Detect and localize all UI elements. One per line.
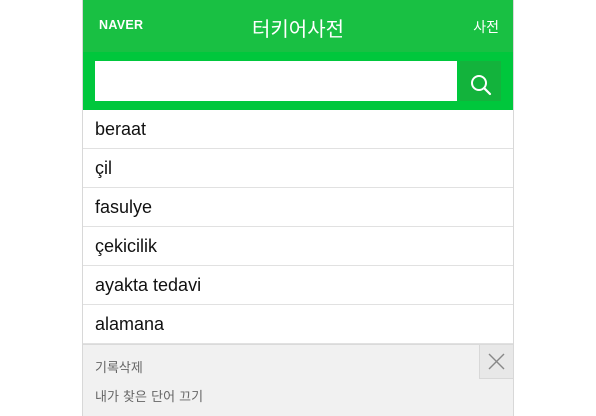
history-word-item[interactable]: çil — [83, 149, 513, 188]
dictionary-app: NAVER 터키어사전 사전 beraat çil fasulye çekici… — [82, 0, 514, 416]
history-word-list: beraat çil fasulye çekicilik ayakta teda… — [83, 110, 513, 344]
history-word-item[interactable]: beraat — [83, 110, 513, 149]
turn-off-history-button[interactable]: 내가 찾은 단어 끄기 — [95, 386, 203, 405]
history-panel: 기록삭제 내가 찾은 단어 끄기 — [83, 344, 513, 416]
page-title: 터키어사전 — [252, 17, 344, 41]
delete-history-button[interactable]: 기록삭제 — [95, 357, 143, 376]
dictionary-home-link[interactable]: 사전 — [473, 17, 499, 37]
search-button[interactable] — [460, 61, 501, 101]
history-word-item[interactable]: fasulye — [83, 188, 513, 227]
search-icon — [470, 75, 491, 96]
header: NAVER 터키어사전 사전 — [83, 0, 513, 52]
history-word-item[interactable]: çekicilik — [83, 227, 513, 266]
close-history-button[interactable] — [479, 345, 513, 379]
search-input[interactable] — [95, 61, 457, 101]
close-icon — [488, 353, 505, 370]
history-word-item[interactable]: ayakta tedavi — [83, 266, 513, 305]
history-word-item[interactable]: alamana — [83, 305, 513, 344]
search-bar — [83, 52, 513, 110]
